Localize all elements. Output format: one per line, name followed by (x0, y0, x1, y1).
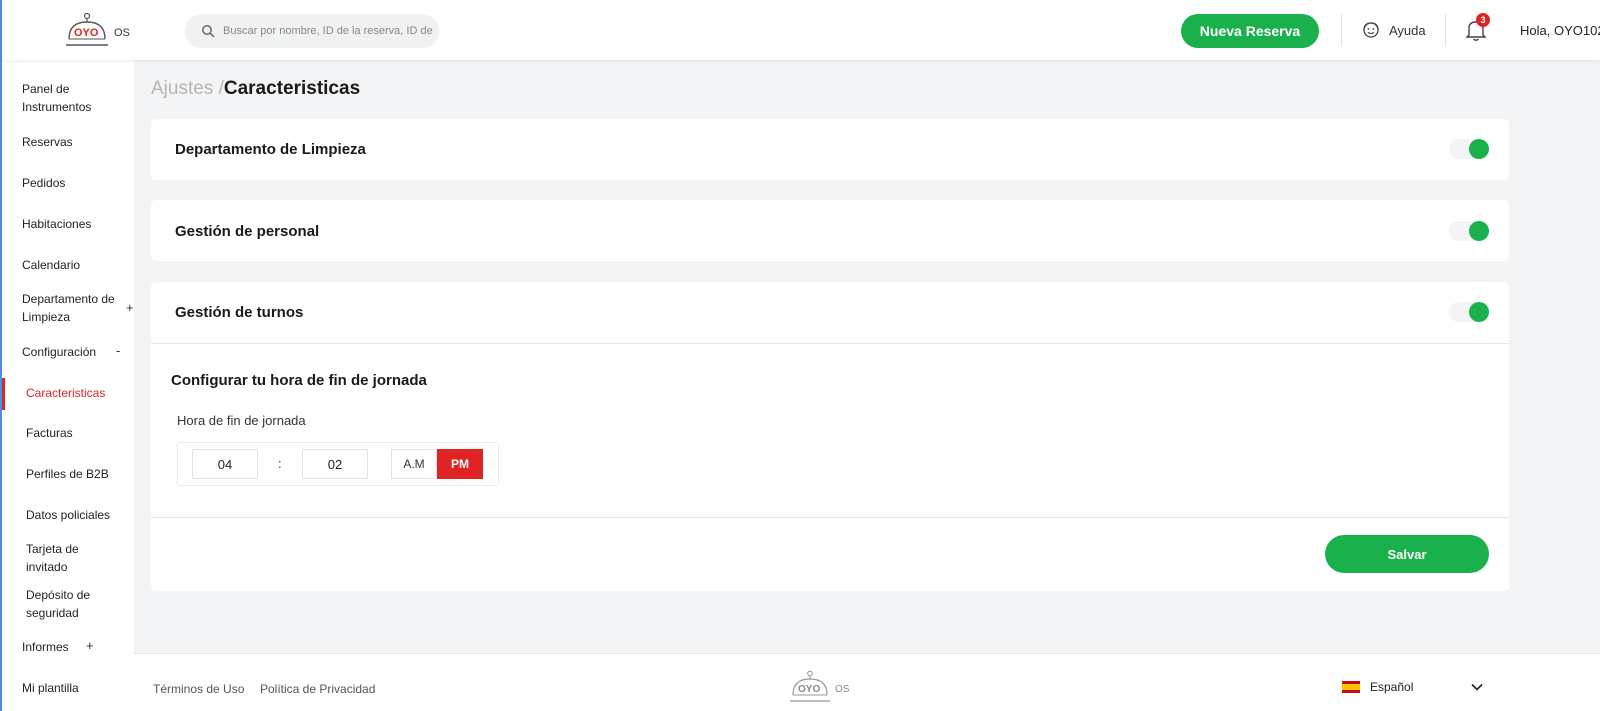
support-agent-icon (1363, 22, 1379, 38)
top-header: OYO OS Nueva Reserva Ayuda 3 Hola, OYO10… (0, 0, 1600, 60)
breadcrumb-parent[interactable]: Ajustes / (151, 78, 224, 99)
svg-text:OS: OS (114, 27, 130, 39)
privacy-link[interactable]: Política de Privacidad (260, 682, 375, 696)
active-indicator (2, 378, 5, 410)
search-icon (202, 25, 215, 38)
feature-title: Departamento de Limpieza (175, 141, 366, 158)
search-bar[interactable] (185, 14, 439, 48)
save-button[interactable]: Salvar (1325, 535, 1489, 573)
divider (1341, 14, 1342, 46)
oyo-os-footer-logo: OYO OS (790, 670, 850, 702)
sidebar-item-features[interactable]: Caracteristicas (26, 384, 126, 402)
breadcrumb: Ajustes /Caracteristicas (151, 78, 360, 100)
toggle-knob (1469, 139, 1489, 159)
end-time-picker: : A.M PM (177, 442, 499, 486)
svg-text:OYO: OYO (798, 684, 820, 695)
feature-card-staff-management: Gestión de personal (151, 200, 1509, 261)
toggle-knob (1469, 302, 1489, 322)
svg-text:OS: OS (835, 684, 850, 695)
sidebar-item-dashboard[interactable]: Panel de Instrumentos (22, 80, 122, 116)
am-button[interactable]: A.M (391, 449, 437, 479)
feature-toggle[interactable] (1449, 221, 1489, 241)
sidebar-item-housekeeping[interactable]: Departamento de Limpieza (22, 290, 122, 326)
sidebar-item-invoices[interactable]: Facturas (26, 424, 126, 442)
new-booking-button[interactable]: Nueva Reserva (1181, 14, 1319, 48)
sidebar-item-orders[interactable]: Pedidos (22, 174, 122, 192)
page-title: Caracteristicas (223, 78, 361, 99)
help-label: Ayuda (1389, 22, 1426, 38)
divider (151, 343, 1509, 344)
feature-title: Gestión de personal (175, 223, 320, 240)
spain-flag-icon (1342, 681, 1360, 693)
feature-title: Gestión de turnos (175, 304, 304, 321)
sidebar-item-reports[interactable]: Informes (22, 638, 122, 656)
sidebar-item-b2b-profiles[interactable]: Perfiles de B2B (26, 465, 126, 483)
sidebar-item-rooms[interactable]: Habitaciones (22, 215, 122, 233)
window-edge (0, 0, 2, 711)
chevron-down-icon[interactable] (1470, 680, 1484, 694)
end-time-label: Hora de fin de jornada (177, 413, 306, 428)
expand-icon[interactable]: + (86, 638, 94, 653)
user-greeting[interactable]: Hola, OYO102 (1520, 23, 1600, 38)
terms-link[interactable]: Términos de Uso (153, 682, 244, 696)
divider (1445, 14, 1446, 46)
hour-input[interactable] (192, 449, 258, 479)
toggle-knob (1469, 221, 1489, 241)
collapse-icon[interactable]: - (116, 343, 120, 358)
oyo-os-logo[interactable]: OYO OS (66, 12, 136, 50)
section-title: Configurar tu hora de fin de jornada (171, 372, 427, 389)
sidebar-item-security-deposit[interactable]: Depósito de seguridad (26, 586, 106, 622)
feature-toggle[interactable] (1449, 139, 1489, 159)
sidebar-item-guest-card[interactable]: Tarjeta de invitado (26, 540, 96, 576)
sidebar-item-bookings[interactable]: Reservas (22, 133, 122, 151)
search-input[interactable] (223, 25, 433, 37)
time-separator: : (278, 456, 282, 471)
notification-badge: 3 (1476, 13, 1490, 27)
sidebar: Panel de Instrumentos Reservas Pedidos H… (2, 60, 134, 711)
language-label: Español (1370, 680, 1414, 694)
help-link[interactable]: Ayuda (1361, 20, 1426, 40)
language-selector[interactable]: Español (1342, 680, 1413, 694)
footer: Términos de Uso Política de Privacidad O… (134, 653, 1600, 711)
divider (151, 517, 1509, 518)
svg-text:OYO: OYO (74, 27, 99, 39)
feature-card-shift-management: Gestión de turnos Configurar tu hora de … (151, 282, 1509, 591)
feature-toggle[interactable] (1449, 302, 1489, 322)
sidebar-item-police-data[interactable]: Datos policiales (26, 506, 126, 524)
expand-icon[interactable]: + (126, 300, 134, 315)
feature-card-housekeeping: Departamento de Limpieza (151, 119, 1509, 180)
sidebar-item-my-template[interactable]: Mi plantilla (22, 679, 122, 697)
pm-button[interactable]: PM (437, 449, 483, 479)
minute-input[interactable] (302, 449, 368, 479)
sidebar-item-calendar[interactable]: Calendario (22, 256, 122, 274)
sidebar-item-settings[interactable]: Configuración (22, 343, 122, 361)
